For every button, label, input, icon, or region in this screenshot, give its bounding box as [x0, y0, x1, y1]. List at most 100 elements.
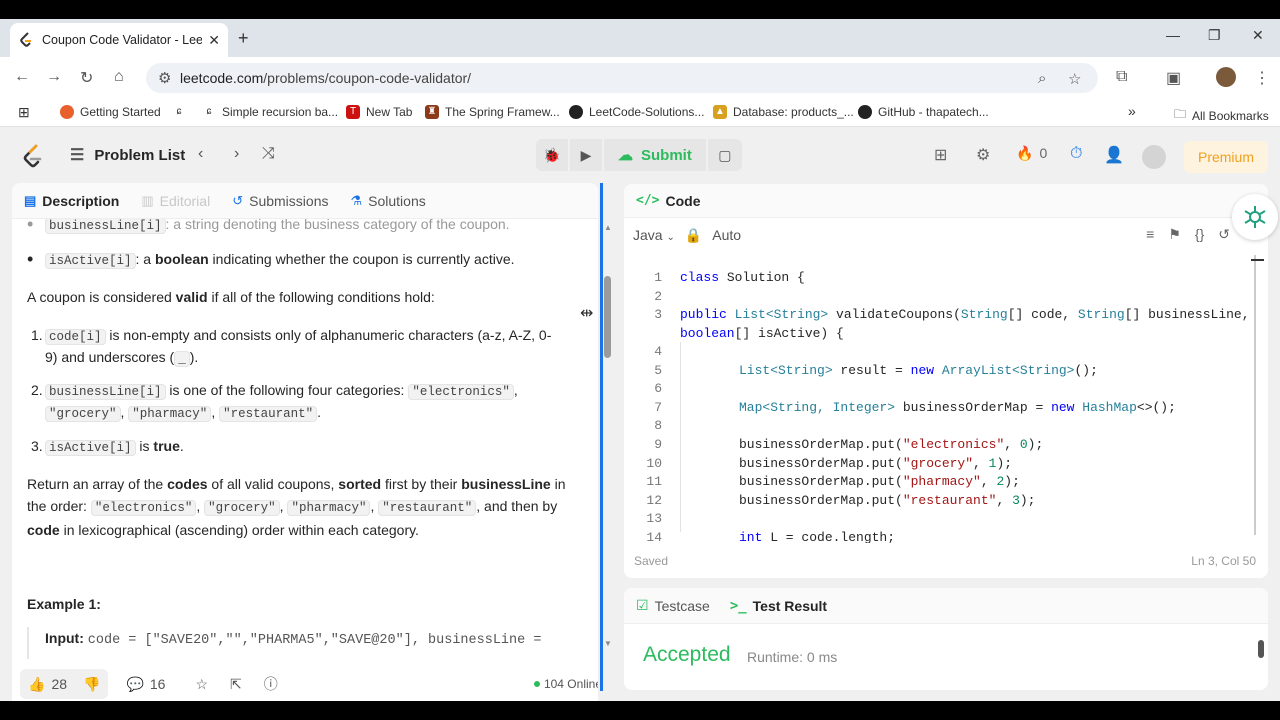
prev-problem-icon[interactable]: ‹	[198, 145, 203, 163]
assistant-extension-icon[interactable]	[1232, 194, 1278, 240]
code-line: businessOrderMap.put("electronics", 0);	[739, 437, 1044, 452]
saved-status: Saved	[634, 554, 669, 568]
notes-icon[interactable]: ▢	[707, 139, 742, 171]
back-icon[interactable]: ←	[14, 68, 30, 86]
layout-icon[interactable]: ⊞	[934, 145, 947, 165]
menu-icon[interactable]: ⋮	[1254, 68, 1270, 88]
reset-icon[interactable]: ↺	[1218, 226, 1230, 243]
format-icon[interactable]: ≡	[1146, 226, 1154, 243]
tab-test-result[interactable]: >_ Test Result	[730, 598, 827, 614]
language-select[interactable]: Java ⌄	[633, 227, 675, 243]
tab-submissions[interactable]: ↺ Submissions	[232, 193, 328, 209]
home-icon[interactable]: ⌂	[114, 68, 124, 86]
like-button[interactable]: 👍 28 👎	[20, 669, 109, 699]
book-icon: ▥	[141, 192, 154, 208]
browser-window: Coupon Code Validator - LeetC ✕ + — ❐ ✕ …	[0, 19, 1280, 701]
apps-icon[interactable]: ⊞	[18, 104, 30, 121]
description-footer: 👍 28 👎 💬 16 ☆ ⇱ ⓘ 104 Online	[12, 659, 598, 701]
tab-close-icon[interactable]: ✕	[208, 32, 220, 49]
result-scrollbar[interactable]	[1258, 640, 1264, 658]
reload-icon[interactable]: ↻	[80, 68, 93, 88]
tab-search-icon[interactable]: ▣	[1166, 68, 1181, 88]
settings-gear-icon[interactable]: ⚙	[976, 145, 990, 165]
more-bookmarks-icon[interactable]: »	[1128, 103, 1136, 119]
braces-icon[interactable]: {}	[1195, 226, 1204, 243]
address-bar-row: ← → ↻ ⌂ ⚙ leetcode.com/problems/coupon-c…	[0, 57, 1280, 99]
bookmark-star-icon[interactable]: ☆	[1068, 70, 1081, 88]
bold-text: code	[27, 522, 60, 538]
editor-scrollbar-thumb[interactable]	[1251, 259, 1264, 261]
text: is non-empty and consists only of alphan…	[105, 327, 552, 343]
profile-avatar[interactable]	[1216, 67, 1236, 87]
code-line: businessOrderMap.put("restaurant", 3);	[739, 493, 1036, 508]
tab-label: Test Result	[752, 597, 828, 614]
line-number: 1	[654, 270, 662, 285]
leetcode-header: ☰ Problem List ‹ › ⤨ 🐞 ▶ ☁ Submit ▢ ⊞ ⚙ 🔥…	[0, 127, 1280, 183]
bookmark-3[interactable]: ♜ The Spring Framew...	[425, 105, 560, 119]
run-icon[interactable]: ▶	[570, 139, 602, 171]
scroll-up-icon[interactable]: ▲	[604, 223, 612, 232]
scroll-down-icon[interactable]: ▼	[604, 639, 612, 648]
text: Return an array of the	[27, 476, 168, 492]
all-bookmarks[interactable]: 🗀 All Bookmarks	[1174, 105, 1269, 126]
close-window-icon[interactable]: ✕	[1252, 27, 1264, 44]
tab-editorial[interactable]: ▥ Editorial	[141, 193, 210, 209]
timer-icon[interactable]: ⏱	[1070, 145, 1082, 163]
bold-text: true	[153, 438, 180, 454]
editor-scrollbar-track[interactable]	[1254, 255, 1256, 535]
bookmark-label: Getting Started	[80, 105, 161, 119]
condition-1: 1. code[i] is non-empty and consists onl…	[31, 324, 571, 367]
submit-button[interactable]: ☁ Submit	[604, 139, 706, 171]
inline-code: isActive[i]	[45, 440, 136, 456]
tab-solutions[interactable]: ⚗ Solutions	[350, 193, 425, 209]
bookmark-4[interactable]: LeetCode-Solutions...	[569, 105, 704, 119]
chevron-down-icon: ⌄	[666, 232, 675, 243]
comments-button[interactable]: 💬 16	[126, 676, 165, 693]
bold-text: boolean	[154, 251, 209, 267]
extensions-icon[interactable]: ⧉	[1116, 68, 1127, 86]
minimize-icon[interactable]: —	[1166, 27, 1180, 43]
bookmark-icon[interactable]: ⚑	[1168, 226, 1181, 243]
url-input[interactable]: ⚙ leetcode.com/problems/coupon-code-vali…	[146, 63, 1098, 93]
thumbs-down-icon[interactable]: 👎	[83, 676, 100, 693]
panel-resize-handle[interactable]	[600, 183, 603, 691]
comment-count: 16	[149, 676, 166, 692]
bookmark-1[interactable]: ɕ Simple recursion ba...	[202, 105, 339, 119]
firefox-icon	[60, 105, 74, 119]
tab-description[interactable]: ▤ Description	[24, 193, 119, 209]
new-tab-icon[interactable]: +	[238, 28, 249, 49]
problem-list-button[interactable]: ☰ Problem List	[70, 145, 185, 165]
bookmark-label: The Spring Framew...	[445, 105, 560, 119]
star-icon[interactable]: ☆	[195, 676, 208, 693]
bookmark-5[interactable]: ▲ Database: products_...	[713, 105, 854, 119]
tab-label: Editorial	[159, 192, 211, 209]
forward-icon[interactable]: →	[46, 68, 62, 86]
premium-button[interactable]: Premium	[1184, 141, 1268, 173]
leetcode-bookmark-icon[interactable]: ɕ	[172, 105, 192, 119]
line-number: 6	[654, 381, 662, 396]
code-editor[interactable]: 1 2 3 4 5 6 7 8 9 10 11 12 13 14 class S…	[624, 260, 1254, 543]
bookmark-0[interactable]: Getting Started	[60, 105, 161, 119]
zoom-icon[interactable]: ⌕	[1038, 70, 1046, 87]
share-icon[interactable]: ⇱	[230, 676, 242, 693]
restore-icon[interactable]: ❐	[1208, 27, 1221, 44]
bookmark-2[interactable]: T New Tab	[346, 105, 412, 119]
description-panel: ▤ Description ▥ Editorial ↺ Submissions ⚗ So…	[12, 183, 598, 701]
browser-tab[interactable]: Coupon Code Validator - LeetC ✕	[10, 23, 228, 57]
code-icon: </>	[636, 193, 660, 208]
debug-icon[interactable]: 🐞	[536, 139, 568, 171]
bold-text: businessLine	[461, 476, 551, 492]
streak-counter[interactable]: 🔥 0	[1016, 145, 1047, 162]
mode-label[interactable]: Auto	[712, 227, 741, 243]
help-icon[interactable]: ⓘ	[264, 674, 278, 694]
next-problem-icon[interactable]: ›	[234, 145, 239, 163]
user-avatar[interactable]	[1142, 145, 1166, 169]
site-info-icon[interactable]: ⚙	[158, 69, 171, 87]
bookmark-6[interactable]: GitHub - thapatech...	[858, 105, 989, 119]
tab-testcase[interactable]: ☑ Testcase	[636, 597, 710, 614]
shuffle-icon[interactable]: ⤨	[262, 145, 275, 163]
description-scrollbar[interactable]	[604, 276, 611, 358]
leetcode-logo-icon[interactable]	[22, 144, 44, 175]
add-user-icon[interactable]: 👤	[1104, 145, 1124, 165]
code-line: public List<String> validateCoupons(Stri…	[680, 307, 1250, 322]
